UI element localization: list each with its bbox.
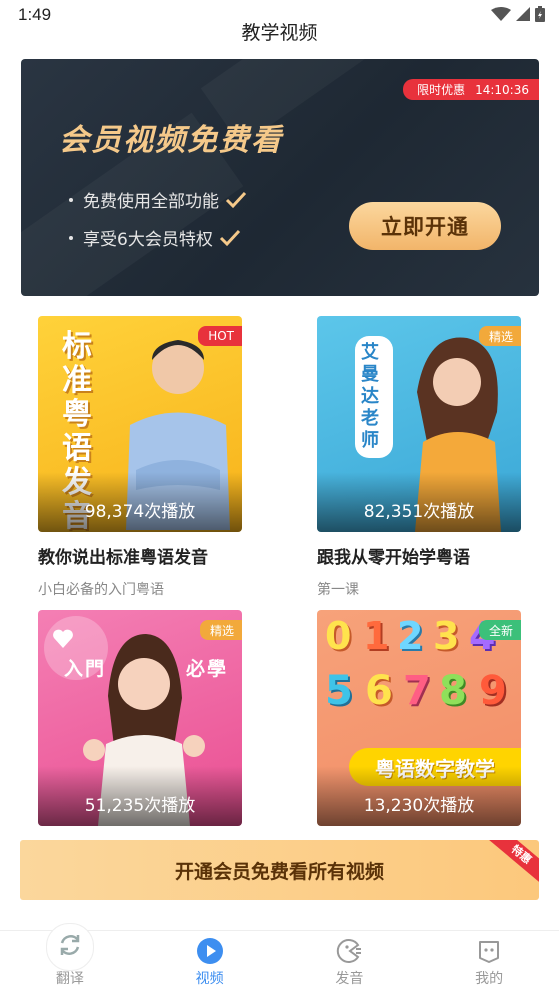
video-thumbnail[interactable]: 艾曼达老师 精选 82,351次播放: [317, 316, 521, 532]
featured-badge: 精选: [199, 620, 242, 640]
countdown: 14:10:36: [475, 82, 529, 97]
play-icon: [196, 938, 223, 964]
video-thumbnail[interactable]: 入門 必學 精选 51,235次播放: [38, 610, 242, 826]
digit: 2: [397, 614, 424, 658]
membership-cta-button[interactable]: 开通会员免费看所有视频 特惠: [20, 840, 539, 900]
video-subtitle: 小白必备的入门粤语: [38, 582, 164, 598]
video-subtitle: 第一课: [317, 582, 359, 598]
profile-icon: [479, 941, 500, 963]
digit: 9: [479, 668, 507, 714]
page-title: 教学视频: [241, 22, 318, 44]
feature-text: 享受6大会员特权: [83, 230, 213, 250]
tab-label: 我的: [475, 971, 504, 987]
feature-text: 免费使用全部功能: [83, 192, 219, 212]
bullet: [69, 197, 73, 202]
tab-profile[interactable]: 我的: [419, 931, 559, 994]
new-badge: 全新: [478, 620, 521, 640]
digit: 6: [365, 668, 393, 714]
video-thumbnail[interactable]: 0 1 2 3 4 5 6 7 8 9 粤语数字教学 全新 13,230次播放: [317, 610, 521, 826]
featured-badge: 精选: [478, 326, 521, 346]
discount-corner-badge: 特惠: [484, 840, 539, 888]
banner-headline: 会员视频免费看: [59, 123, 283, 158]
pronounce-icon: [337, 939, 362, 963]
tab-label: 翻译: [55, 971, 84, 987]
thumbnail-art-text: 艾曼达老师: [355, 336, 393, 458]
heart-icon: [53, 629, 73, 648]
banner-feature: 免费使用全部功能: [69, 187, 247, 212]
video-card[interactable]: 0 1 2 3 4 5 6 7 8 9 粤语数字教学 全新 13,230次播放: [317, 610, 521, 826]
check-icon: [219, 229, 240, 246]
tab-label: 发音: [335, 971, 364, 987]
video-title[interactable]: 跟我从零开始学粤语: [317, 543, 521, 568]
play-count: 98,374次播放: [38, 472, 242, 532]
video-title[interactable]: 教你说出标准粤语发音: [38, 543, 242, 568]
refresh-icon: [45, 923, 94, 971]
activate-button[interactable]: 立即开通: [349, 202, 501, 250]
digit: 3: [433, 614, 460, 658]
vip-banner[interactable]: 限时优惠 14:10:36 会员视频免费看 免费使用全部功能 享受6大会员特权 …: [21, 59, 539, 296]
promo-label: 限时优惠: [417, 83, 466, 97]
video-thumbnail[interactable]: 标准粤语发音 HOT 98,374次播放: [38, 316, 242, 532]
digit: 0: [325, 614, 352, 658]
bottom-tab-bar: 翻译 视频 发音 我的: [0, 923, 559, 994]
bullet: [69, 235, 73, 240]
tab-translate[interactable]: 翻译: [0, 923, 140, 994]
banner-feature: 享受6大会员特权: [69, 225, 241, 250]
digit: 1: [363, 614, 390, 658]
digit: 7: [403, 668, 431, 714]
promo-badge: 限时优惠 14:10:36: [403, 79, 539, 100]
hot-badge: HOT: [198, 326, 242, 346]
digit: 8: [439, 668, 467, 714]
cta-label: 开通会员免费看所有视频: [174, 861, 384, 883]
video-card[interactable]: 入門 必學 精选 51,235次播放: [38, 610, 242, 826]
play-count: 51,235次播放: [38, 766, 242, 826]
digit: 5: [325, 668, 353, 714]
video-card[interactable]: 艾曼达老师 精选 82,351次播放 跟我从零开始学粤语 第一课: [317, 316, 521, 599]
tab-video[interactable]: 视频: [140, 931, 280, 994]
play-count: 13,230次播放: [317, 766, 521, 826]
check-icon: [225, 191, 247, 208]
tab-pronounce[interactable]: 发音: [280, 931, 420, 994]
video-card[interactable]: 标准粤语发音 HOT 98,374次播放 教你说出标准粤语发音 小白必备的入门粤…: [38, 316, 242, 599]
tab-label: 视频: [195, 971, 224, 987]
play-count: 82,351次播放: [317, 472, 521, 532]
